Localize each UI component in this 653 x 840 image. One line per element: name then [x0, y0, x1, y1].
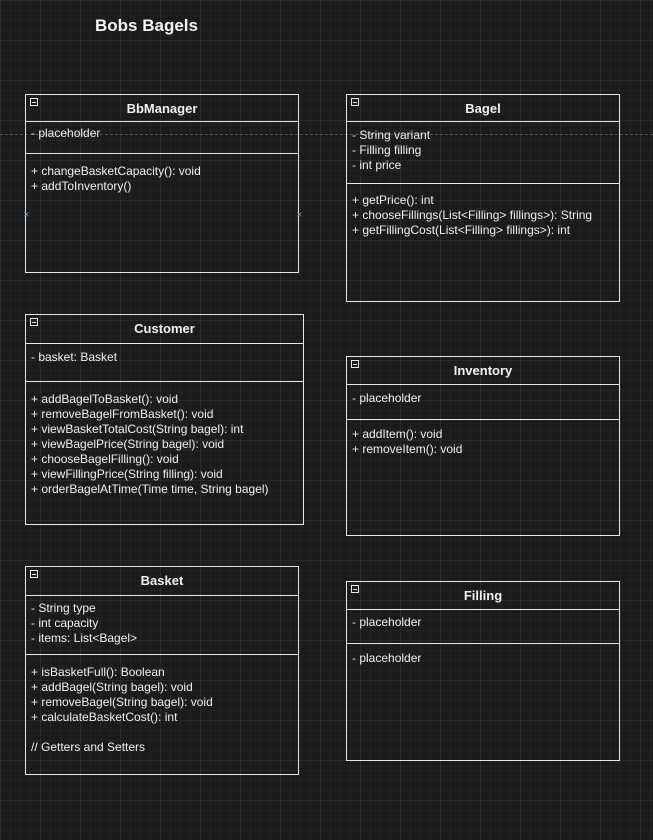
method: [31, 725, 298, 740]
class-header[interactable]: Inventory: [347, 357, 619, 385]
attributes-section: - placeholder: [26, 122, 298, 154]
method: + changeBasketCapacity(): void: [31, 164, 201, 178]
methods-section: + addBagelToBasket(): void + removeBagel…: [26, 382, 303, 497]
method: + getFillingCost(List<Filling> fillings>…: [352, 223, 571, 237]
method: + isBasketFull(): Boolean: [31, 665, 165, 679]
class-header[interactable]: Bagel: [347, 95, 619, 122]
class-name: Basket: [140, 573, 184, 588]
attributes-section: - String variant - Filling filling - int…: [347, 122, 619, 184]
methods-section: - placeholder: [347, 644, 619, 666]
method: + addBagelToBasket(): void: [31, 392, 179, 406]
method: + viewBasketTotalCost(String bagel): int: [31, 422, 244, 436]
method: + removeBagelFromBasket(): void: [31, 407, 214, 421]
attribute: - items: List<Bagel>: [31, 631, 138, 645]
attribute: - placeholder: [352, 615, 422, 629]
connection-handle-icon[interactable]: ⨯: [296, 211, 303, 219]
method: + addItem(): void: [352, 427, 443, 441]
attributes-section: - placeholder: [347, 385, 619, 420]
attribute: - basket: Basket: [31, 350, 118, 364]
method: + addBagel(String bagel): void: [31, 680, 193, 694]
class-bbmanager[interactable]: BbManager - placeholder + changeBasketCa…: [23, 94, 303, 273]
methods-section: + isBasketFull(): Boolean + addBagel(Str…: [26, 655, 298, 755]
method: + removeItem(): void: [352, 442, 463, 456]
attribute: - placeholder: [352, 391, 422, 405]
collapse-icon[interactable]: [30, 98, 38, 106]
method: + getPrice(): int: [352, 193, 434, 207]
method: - placeholder: [352, 651, 422, 665]
attribute: - int capacity: [31, 616, 99, 630]
methods-section: + getPrice(): int + chooseFillings(List<…: [347, 184, 619, 238]
comment: // Getters and Setters: [31, 740, 146, 754]
methods-section: + changeBasketCapacity(): void + addToIn…: [26, 154, 298, 194]
methods-section: + addItem(): void + removeItem(): void: [347, 420, 619, 457]
attribute: - placeholder: [31, 126, 101, 140]
method: + removeBagel(String bagel): void: [31, 695, 213, 709]
attributes-section: - String type - int capacity - items: Li…: [26, 596, 298, 655]
method: + chooseBagelFilling(): void: [31, 452, 179, 466]
class-header[interactable]: Basket: [26, 567, 298, 596]
class-basket[interactable]: Basket - String type - int capacity - it…: [25, 566, 299, 775]
class-header[interactable]: Filling: [347, 582, 619, 610]
attribute: - Filling filling: [352, 143, 422, 157]
method: + viewFillingPrice(String filling): void: [31, 467, 223, 481]
attributes-section: - basket: Basket: [26, 344, 303, 382]
attribute: - String type: [31, 601, 96, 615]
method: + calculateBasketCost(): int: [31, 710, 178, 724]
collapse-icon[interactable]: [30, 570, 38, 578]
collapse-icon[interactable]: [351, 585, 359, 593]
class-customer[interactable]: Customer - basket: Basket + addBagelToBa…: [25, 314, 304, 525]
method: + chooseFillings(List<Filling> fillings>…: [352, 208, 593, 222]
diagram-title: Bobs Bagels: [95, 16, 198, 35]
collapse-icon[interactable]: [30, 318, 38, 326]
class-filling[interactable]: Filling - placeholder - placeholder: [346, 581, 620, 761]
class-bagel[interactable]: Bagel - String variant - Filling filling…: [346, 94, 620, 302]
class-name: Inventory: [453, 363, 513, 378]
class-inventory[interactable]: Inventory - placeholder + addItem(): voi…: [346, 356, 620, 536]
method: + orderBagelAtTime(Time time, String bag…: [31, 482, 269, 496]
connection-handle-icon[interactable]: ⨯: [23, 211, 30, 219]
collapse-icon[interactable]: [351, 98, 359, 106]
class-name: Customer: [134, 321, 195, 336]
class-name: BbManager: [126, 101, 198, 116]
collapse-icon[interactable]: [351, 360, 359, 368]
attribute: - String variant: [352, 128, 431, 142]
class-header[interactable]: BbManager: [26, 95, 298, 122]
method: + addToInventory(): [31, 179, 132, 193]
class-header[interactable]: Customer: [26, 315, 303, 344]
attributes-section: - placeholder: [347, 610, 619, 644]
attribute: - int price: [352, 158, 402, 172]
class-name: Filling: [463, 588, 503, 603]
class-name: Bagel: [465, 101, 501, 116]
method: + viewBagelPrice(String bagel): void: [31, 437, 225, 451]
